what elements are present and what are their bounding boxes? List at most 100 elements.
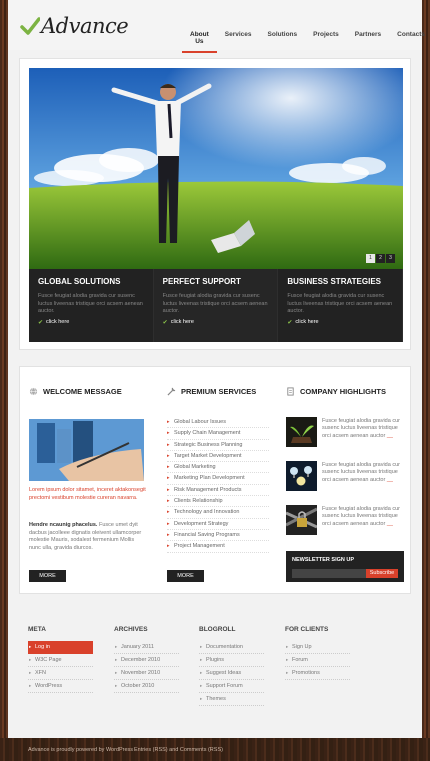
footer-blogroll-link[interactable]: Support Forum bbox=[199, 680, 264, 693]
nav-about-us[interactable]: About Us bbox=[182, 28, 217, 53]
highlight-item[interactable]: Fusce feugiat alodia gravida cur susenc … bbox=[286, 461, 408, 491]
footer-client-link[interactable]: Promotions bbox=[285, 667, 350, 680]
service-item[interactable]: Project Management bbox=[167, 541, 269, 553]
welcome-image bbox=[29, 419, 144, 481]
footer-archives: ARCHIVES January 2011 December 2010 Nove… bbox=[114, 626, 179, 693]
feature-global-solutions: GLOBAL SOLUTIONS Fusce feugiat alodia gr… bbox=[29, 269, 154, 342]
footer-blogroll-link[interactable]: Themes bbox=[199, 693, 264, 706]
feature-perfect-support: PERFECT SUPPORT Fusce feugiat alodia gra… bbox=[153, 269, 279, 342]
highlights-column: COMPANY HIGHLIGHTS Fusce feugiat alodia … bbox=[286, 367, 404, 595]
feature-title: BUSINESS STRATEGIES bbox=[287, 277, 381, 286]
wood-border-left bbox=[0, 0, 8, 761]
feature-link[interactable]: ✔ click here bbox=[38, 319, 144, 326]
feature-link[interactable]: ✔ click here bbox=[287, 319, 393, 326]
slider-page-2[interactable]: 2 bbox=[376, 254, 385, 263]
footer-link-wordpress[interactable]: WordPress bbox=[28, 680, 93, 693]
header: Advance About Us Services Solutions Proj… bbox=[8, 0, 425, 53]
globe-icon bbox=[29, 387, 38, 395]
nav-services[interactable]: Services bbox=[217, 28, 260, 53]
highlight-item[interactable]: Fusce feugiat alodia gravida cur susenc … bbox=[286, 417, 408, 447]
feature-title: GLOBAL SOLUTIONS bbox=[38, 277, 121, 286]
nav-projects[interactable]: Projects bbox=[305, 28, 347, 53]
welcome-body: Hendre ncaunig phacelus. Fusce umet dyit… bbox=[29, 522, 147, 552]
service-item[interactable]: Target Market Development bbox=[167, 451, 269, 462]
footer-clients-list: Sign Up Forum Promotions bbox=[285, 641, 350, 680]
feature-text: Fusce feugiat alodia gravida cur susenc … bbox=[162, 293, 268, 314]
highlight-thumbnail-padlock bbox=[286, 505, 317, 535]
logo[interactable]: Advance bbox=[20, 14, 129, 38]
footer-client-link[interactable]: Sign Up bbox=[285, 641, 350, 654]
feature-text: Fusce feugiat alodia gravida cur susenc … bbox=[287, 293, 393, 314]
footer-meta: META Log in W3C Page XFN WordPress bbox=[28, 626, 93, 693]
newsletter-email-input[interactable] bbox=[292, 569, 366, 578]
bottom-bar: Advance is proudly powered by WordPress … bbox=[0, 738, 430, 761]
footer-archives-list: January 2011 December 2010 November 2010… bbox=[114, 641, 179, 693]
service-item[interactable]: Clients Relationship bbox=[167, 496, 269, 508]
hero-slider-image: 1 2 3 bbox=[29, 68, 403, 269]
footer-archive-link[interactable]: November 2010 bbox=[114, 667, 179, 680]
service-item[interactable]: Technology and Innovation bbox=[167, 507, 269, 519]
footer-blogroll-title: BLOGROLL bbox=[199, 626, 236, 633]
footer-blogroll-link[interactable]: Plugins bbox=[199, 654, 264, 667]
service-item[interactable]: Development Strategy bbox=[167, 519, 269, 530]
wood-border-right bbox=[422, 0, 430, 761]
highlight-thumbnail-bulbs bbox=[286, 461, 317, 491]
footer-archive-link[interactable]: January 2011 bbox=[114, 641, 179, 654]
footer-archives-title: ARCHIVES bbox=[114, 626, 148, 633]
brand-name: Advance bbox=[41, 14, 129, 38]
nav-solutions[interactable]: Solutions bbox=[260, 28, 306, 53]
subscribe-button[interactable]: Subscribe bbox=[366, 569, 398, 578]
newsletter-box: NEWSLETTER SIGN UP Subscribe bbox=[286, 551, 404, 582]
highlights-title: COMPANY HIGHLIGHTS bbox=[300, 386, 386, 396]
feature-link[interactable]: ✔ click here bbox=[163, 319, 269, 326]
slider-page-1[interactable]: 1 bbox=[366, 254, 375, 263]
highlight-item[interactable]: Fusce feugiat alodia gravida cur susenc … bbox=[286, 505, 408, 535]
footer-blogroll-link[interactable]: Suggest Ideas bbox=[199, 667, 264, 680]
check-icon: ✔ bbox=[38, 319, 44, 326]
service-item[interactable]: Financial Saving Programs bbox=[167, 530, 269, 542]
welcome-title: WELCOME MESSAGE bbox=[43, 386, 122, 396]
features-bar: GLOBAL SOLUTIONS Fusce feugiat alodia gr… bbox=[29, 269, 404, 342]
footer-client-link[interactable]: Forum bbox=[285, 654, 350, 667]
welcome-body-bold: Hendre ncaunig phacelus. bbox=[29, 522, 98, 528]
footer-archive-link[interactable]: December 2010 bbox=[114, 654, 179, 667]
service-item[interactable]: Supply Chain Management bbox=[167, 428, 269, 440]
footer-clients: FOR CLIENTS Sign Up Forum Promotions bbox=[285, 626, 350, 680]
footer-archive-link[interactable]: October 2010 bbox=[114, 680, 179, 693]
nav-partners[interactable]: Partners bbox=[347, 28, 389, 53]
welcome-more-button[interactable]: MORE bbox=[29, 570, 66, 582]
highlight-dash: __ bbox=[386, 432, 393, 439]
service-item[interactable]: Global Labour Issues bbox=[167, 417, 269, 429]
services-title: PREMIUM SERVICES bbox=[181, 386, 257, 396]
service-item[interactable]: Global Marketing bbox=[167, 462, 269, 474]
service-item[interactable]: Marketing Plan Development bbox=[167, 473, 269, 485]
slider-page-3[interactable]: 3 bbox=[386, 254, 395, 263]
feature-business-strategies: BUSINESS STRATEGIES Fusce feugiat alodia… bbox=[278, 269, 404, 342]
newsletter-title: NEWSLETTER SIGN UP bbox=[292, 557, 355, 563]
hero-panel: 1 2 3 GLOBAL SOLUTIONS Fusce feugiat alo… bbox=[19, 58, 411, 350]
nav-contacts[interactable]: Contacts bbox=[389, 28, 430, 53]
wrench-icon bbox=[167, 387, 176, 396]
services-more-button[interactable]: MORE bbox=[167, 570, 204, 582]
footer-link-w3c[interactable]: W3C Page bbox=[28, 654, 93, 667]
highlight-text: Fusce feugiat alodia gravida cur susenc … bbox=[322, 506, 408, 528]
feature-title: PERFECT SUPPORT bbox=[162, 277, 241, 286]
services-heading: PREMIUM SERVICES bbox=[167, 385, 277, 397]
footer-credit: Advance is proudly powered by WordPress bbox=[28, 747, 134, 753]
footer-feeds-link[interactable]: Entries (RSS) and Comments (RSS) bbox=[134, 747, 223, 753]
footer-link-log-in[interactable]: Log in bbox=[28, 641, 93, 654]
footer-meta-title: META bbox=[28, 626, 46, 633]
services-list: Global Labour Issues Supply Chain Manage… bbox=[167, 417, 269, 553]
footer-blogroll-link[interactable]: Documentation bbox=[199, 641, 264, 654]
service-item[interactable]: Risk Management Products bbox=[167, 485, 269, 496]
highlight-dash: __ bbox=[386, 476, 393, 483]
check-icon: ✔ bbox=[162, 319, 168, 326]
service-item[interactable]: Strategic Business Planning bbox=[167, 440, 269, 451]
content-panel: WELCOME MESSAGE Lorem ipsum dolor sitame… bbox=[19, 366, 411, 594]
highlight-text: Fusce feugiat alodia gravida cur susenc … bbox=[322, 418, 408, 440]
highlight-dash: __ bbox=[386, 520, 393, 527]
checkmark-logo-icon bbox=[20, 17, 40, 35]
highlights-heading: COMPANY HIGHLIGHTS bbox=[286, 385, 404, 397]
welcome-intro: Lorem ipsum dolor sitamet, inceret aktak… bbox=[29, 487, 146, 501]
footer-link-xfn[interactable]: XFN bbox=[28, 667, 93, 680]
